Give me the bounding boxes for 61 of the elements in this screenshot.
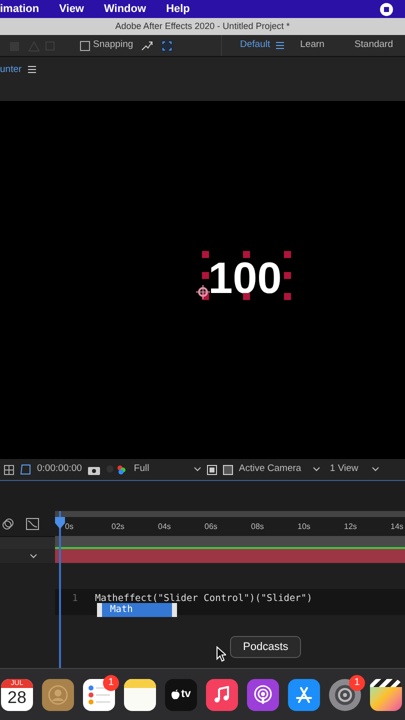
menu-item[interactable]: imation xyxy=(0,0,40,18)
panel-tab[interactable]: unter xyxy=(0,63,22,78)
stop-record-icon[interactable] xyxy=(380,2,393,16)
music-icon[interactable] xyxy=(206,678,238,710)
app-store-icon[interactable] xyxy=(288,678,320,710)
menu-icon[interactable] xyxy=(28,66,36,73)
time-tick-label: 06s xyxy=(204,520,218,532)
color-channels-icon[interactable] xyxy=(106,464,128,475)
region-icon[interactable] xyxy=(206,464,217,474)
clapperboard-icon[interactable] xyxy=(370,678,402,710)
snapping-checkbox[interactable] xyxy=(80,40,90,50)
time-tick-label: 10s xyxy=(298,520,312,532)
window-title: Adobe After Effects 2020 - Untitled Project * xyxy=(115,20,290,33)
chevron-down-icon[interactable] xyxy=(372,467,379,472)
tooltip: Podcasts xyxy=(230,636,302,658)
time-tick-label: 14s xyxy=(390,520,404,532)
notification-badge: 1 xyxy=(349,674,365,690)
calendar-day: 28 xyxy=(8,688,26,708)
chevron-down-icon[interactable] xyxy=(312,467,320,472)
transparency-grid-icon[interactable] xyxy=(222,464,233,474)
text-layer[interactable]: 100 xyxy=(206,257,284,301)
motion-blur-icon[interactable] xyxy=(2,518,14,530)
snapping-label: Snapping xyxy=(93,38,134,52)
frame-icon[interactable] xyxy=(161,40,174,52)
menu-item[interactable]: Window xyxy=(104,0,146,18)
time-tick-label: 0s xyxy=(65,520,74,532)
camera-dropdown[interactable]: Active Camera xyxy=(238,462,307,477)
timecode[interactable]: 0:00:00:00 xyxy=(37,462,82,477)
apple-logo-icon xyxy=(171,689,180,700)
contacts-icon[interactable] xyxy=(42,678,74,710)
workspace-tab[interactable]: Default xyxy=(240,38,270,53)
views-dropdown[interactable]: 1 View xyxy=(330,462,366,477)
expression-editor[interactable]: 1 Matheffect("Slider Control")("Slider") Math xyxy=(55,589,405,615)
menu-icon[interactable] xyxy=(276,42,284,49)
camera-icon[interactable] xyxy=(88,464,100,474)
notification-badge: 1 xyxy=(103,674,119,690)
playhead-handle-icon[interactable] xyxy=(55,517,65,529)
chevron-down-icon[interactable] xyxy=(30,554,37,558)
mouse-pointer-icon xyxy=(216,646,226,662)
line-number: 1 xyxy=(71,592,79,606)
code-line: Matheffect("Slider Control")("Slider") xyxy=(95,592,312,604)
anchor-point-icon[interactable] xyxy=(196,285,210,299)
podcasts-icon[interactable] xyxy=(247,678,279,710)
workspace-tab[interactable]: Standard xyxy=(354,38,393,53)
grid-icon[interactable] xyxy=(4,464,14,474)
resolution-dropdown[interactable]: Full xyxy=(134,462,188,477)
time-tick-label: 08s xyxy=(251,520,265,532)
notes-icon[interactable] xyxy=(124,678,156,710)
time-tick-label: 04s xyxy=(158,520,172,532)
tv-label: tv xyxy=(181,689,191,700)
expand-arrows-icon[interactable] xyxy=(141,40,154,50)
menu-item[interactable]: Help xyxy=(166,0,190,18)
time-tick-label: 12s xyxy=(344,520,358,532)
chevron-down-icon[interactable] xyxy=(194,467,201,472)
menu-item[interactable]: View xyxy=(59,0,84,18)
graph-editor-icon[interactable] xyxy=(26,518,39,530)
mask-icon[interactable] xyxy=(20,464,31,475)
time-tick-label: 02s xyxy=(112,520,126,532)
workspace-tab[interactable]: Learn xyxy=(300,38,324,53)
autocomplete-suggestion[interactable]: Math xyxy=(97,603,177,617)
tv-app-icon[interactable]: tv xyxy=(165,678,197,710)
